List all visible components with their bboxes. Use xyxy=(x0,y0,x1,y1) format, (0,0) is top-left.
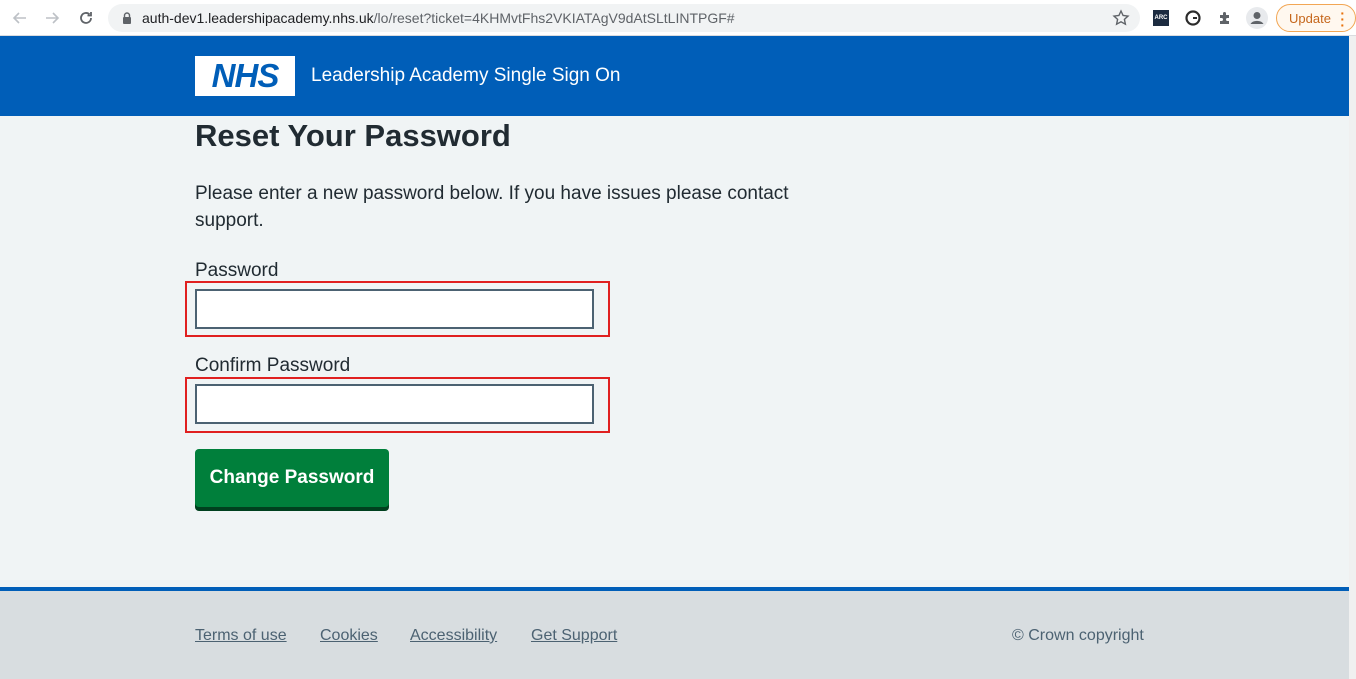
site-footer: Terms of use Cookies Accessibility Get S… xyxy=(0,587,1349,679)
update-label: Update xyxy=(1289,10,1331,26)
bookmark-star-icon[interactable] xyxy=(1112,9,1130,27)
instructions-text: Please enter a new password below. If yo… xyxy=(195,183,789,231)
page-scrollbar[interactable] xyxy=(1349,36,1356,679)
grammar-extension-icon[interactable] xyxy=(1182,7,1204,29)
lock-icon xyxy=(123,12,131,24)
password-label: Password xyxy=(195,260,279,281)
footer-link-terms[interactable]: Terms of use xyxy=(195,627,287,645)
address-bar[interactable]: auth-dev1.leadershipacademy.nhs.uk/lo/re… xyxy=(108,4,1140,32)
update-button[interactable]: Update · · · xyxy=(1276,4,1356,32)
confirm-password-label: Confirm Password xyxy=(195,355,351,376)
password-input[interactable] xyxy=(195,289,594,329)
reload-icon[interactable] xyxy=(74,6,98,30)
footer-link-accessibility[interactable]: Accessibility xyxy=(410,627,497,645)
site-header: NHS Leadership Academy Single Sign On xyxy=(0,36,1349,116)
forward-icon[interactable] xyxy=(40,6,64,30)
browser-toolbar: auth-dev1.leadershipacademy.nhs.uk/lo/re… xyxy=(0,0,1356,36)
url-path: /lo/reset?ticket=4KHMvtFhs2VKIATAgV9dAtS… xyxy=(373,10,735,26)
nhs-logo-text: NHS xyxy=(211,57,280,94)
back-icon[interactable] xyxy=(8,6,32,30)
service-name[interactable]: Leadership Academy Single Sign On xyxy=(311,65,620,87)
nhs-logo[interactable]: NHS xyxy=(195,56,295,96)
url-host: auth-dev1.leadershipacademy.nhs.uk xyxy=(142,10,374,26)
url-text: auth-dev1.leadershipacademy.nhs.uk/lo/re… xyxy=(142,10,735,26)
copyright-text: © Crown copyright xyxy=(1012,627,1144,644)
more-menu-icon: · · · xyxy=(1340,5,1345,33)
extensions-puzzle-icon[interactable] xyxy=(1214,7,1236,29)
arc-extension-label: ARC xyxy=(1153,10,1169,26)
footer-link-cookies[interactable]: Cookies xyxy=(320,627,378,645)
change-password-button[interactable]: Change Password xyxy=(195,449,389,507)
profile-avatar-icon[interactable] xyxy=(1246,7,1268,29)
footer-link-support[interactable]: Get Support xyxy=(531,627,617,645)
page-title: Reset Your Password xyxy=(195,118,511,153)
arc-extension-icon[interactable]: ARC xyxy=(1150,7,1172,29)
confirm-password-input[interactable] xyxy=(195,384,594,424)
